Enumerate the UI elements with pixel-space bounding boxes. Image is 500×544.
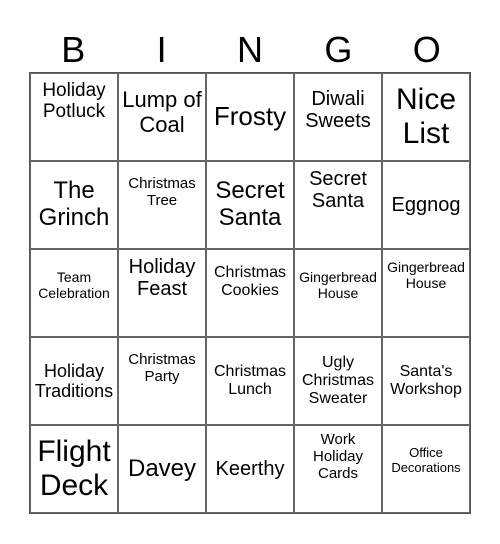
bingo-cell[interactable]: Holiday Feast — [118, 249, 206, 337]
bingo-cell[interactable]: Office Decorations — [382, 425, 470, 513]
header-letter-o: O — [412, 29, 441, 70]
header-letter-g: G — [324, 29, 353, 70]
bingo-cell[interactable]: Eggnog — [382, 161, 470, 249]
bingo-cell[interactable]: Christmas Party — [118, 337, 206, 425]
bingo-cell[interactable]: Lump of Coal — [118, 73, 206, 161]
bingo-cell[interactable]: Christmas Tree — [118, 161, 206, 249]
header-letter-i: I — [156, 29, 167, 70]
bingo-cell[interactable]: Nice List — [382, 73, 470, 161]
bingo-cell[interactable]: Flight Deck — [30, 425, 118, 513]
bingo-cell[interactable]: Keerthy — [206, 425, 294, 513]
bingo-cell[interactable]: Gingerbread House — [294, 249, 382, 337]
bingo-cell[interactable]: Ugly Christmas Sweater — [294, 337, 382, 425]
bingo-cell[interactable]: Secret Santa — [294, 161, 382, 249]
header-letter-b: B — [61, 29, 86, 70]
bingo-cell[interactable]: Christmas Lunch — [206, 337, 294, 425]
bingo-header: B I N G O — [29, 28, 471, 72]
bingo-cell[interactable]: Work Holiday Cards — [294, 425, 382, 513]
bingo-cell[interactable]: Team Celebration — [30, 249, 118, 337]
bingo-cell[interactable]: Christmas Cookies — [206, 249, 294, 337]
bingo-cell[interactable]: Diwali Sweets — [294, 73, 382, 161]
bingo-grid: Holiday Potluck Lump of Coal Frosty Diwa… — [29, 72, 471, 514]
bingo-cell[interactable]: Davey — [118, 425, 206, 513]
bingo-cell[interactable]: Secret Santa — [206, 161, 294, 249]
bingo-cell[interactable]: The Grinch — [30, 161, 118, 249]
bingo-cell[interactable]: Santa's Workshop — [382, 337, 470, 425]
bingo-cell[interactable]: Holiday Traditions — [30, 337, 118, 425]
header-letter-n: N — [236, 29, 263, 70]
bingo-cell[interactable]: Frosty — [206, 73, 294, 161]
bingo-cell[interactable]: Holiday Potluck — [30, 73, 118, 161]
bingo-cell[interactable]: Gingerbread House — [382, 249, 470, 337]
